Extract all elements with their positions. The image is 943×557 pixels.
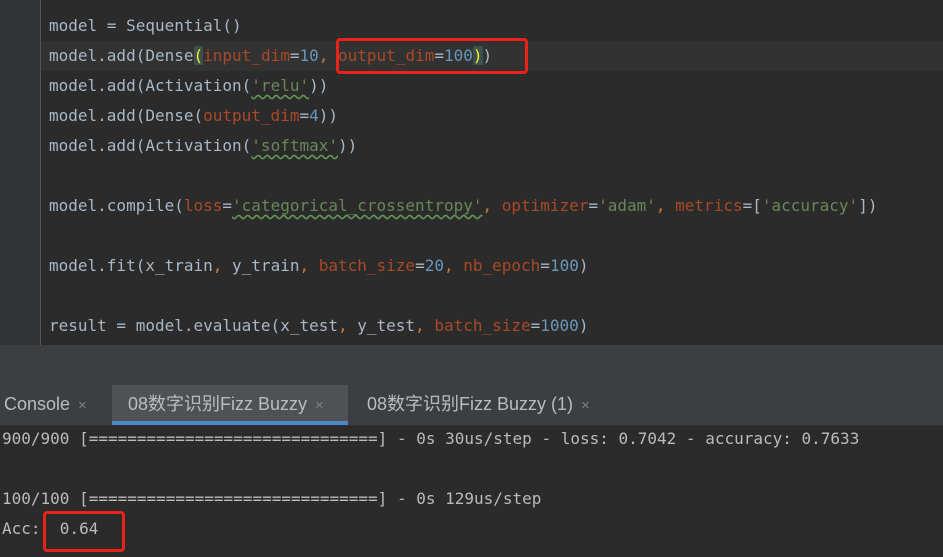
code-line-7: model.fit(x_train, y_train, batch_size=2… [49, 256, 589, 275]
annotation-box-output-dim [336, 38, 528, 74]
tab-label: 08数字识别Fizz Buzzy [128, 394, 308, 414]
code-line-4: model.add(Dense(output_dim=4)) [49, 106, 338, 125]
output-line-eval: 100/100 [==============================]… [2, 489, 542, 508]
code-line-6: model.compile(loss='categorical_crossent… [49, 196, 878, 215]
panel-divider[interactable] [0, 345, 943, 385]
code-line-8: result = model.evaluate(x_test, y_test, … [49, 316, 589, 335]
tab-fizz-buzzy[interactable]: 08数字识别Fizz Buzzy × [112, 385, 348, 425]
close-icon[interactable]: × [315, 397, 324, 414]
close-icon[interactable]: × [78, 397, 87, 414]
tab-console[interactable]: Console × [4, 385, 87, 425]
annotation-box-acc [43, 511, 125, 552]
output-line-train: 900/900 [==============================]… [2, 429, 860, 448]
console-output[interactable]: 900/900 [==============================]… [0, 426, 943, 557]
tab-fizz-buzzy-1[interactable]: 08数字识别Fizz Buzzy (1) × [367, 385, 590, 425]
acc-label: Acc: [2, 519, 41, 538]
code-editor[interactable]: model = Sequential() model.add(Dense(inp… [0, 0, 943, 345]
tab-label: 08数字识别Fizz Buzzy (1) [367, 394, 574, 414]
code-line-3: model.add(Activation('relu')) [49, 76, 329, 95]
tab-label: Console [4, 394, 71, 414]
code-line-1: model = Sequential() [49, 16, 242, 35]
editor-gutter [0, 0, 40, 345]
close-icon[interactable]: × [581, 397, 590, 414]
code-line-5: model.add(Activation('softmax')) [49, 136, 358, 155]
